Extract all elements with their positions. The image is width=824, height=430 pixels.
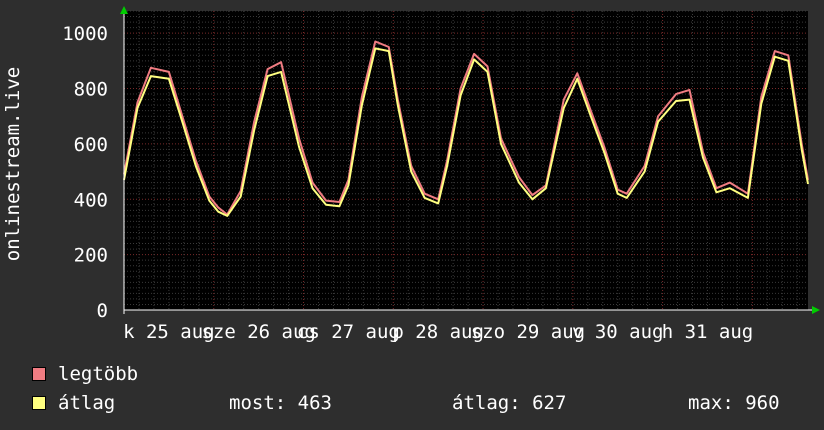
y-tick-label: 800 (74, 79, 108, 101)
y-tick-label: 0 (97, 300, 108, 322)
stat-average: átlag: 627 (452, 392, 567, 414)
x-ticks: k 25 augsze 26 augcs 27 augp 28 augszo 2… (123, 321, 753, 343)
x-axis-arrow (812, 306, 820, 314)
stat-max: max: 960 (688, 392, 780, 414)
y-axis-arrow (120, 6, 128, 14)
x-tick-label: cs 27 aug (297, 321, 400, 343)
y-axis-label: onlinestream.live (2, 67, 24, 261)
legend-swatch-max (32, 367, 46, 381)
stat-current: most: 463 (229, 392, 332, 414)
x-tick-label: szo 29 aug (471, 321, 585, 343)
y-tick-label: 1000 (62, 23, 108, 45)
y-tick-label: 600 (74, 134, 108, 156)
y-ticks: 0 200 400 600 800 1000 (62, 23, 108, 322)
y-tick-label: 400 (74, 189, 108, 211)
x-tick-label: v 30 aug (572, 321, 664, 343)
legend-label-avg: átlag (58, 392, 116, 414)
legend-label-max: legtöbb (58, 363, 139, 385)
y-tick-label: 200 (74, 245, 108, 267)
x-tick-label: h 31 aug (662, 321, 754, 343)
legend-swatch-avg (32, 396, 46, 410)
